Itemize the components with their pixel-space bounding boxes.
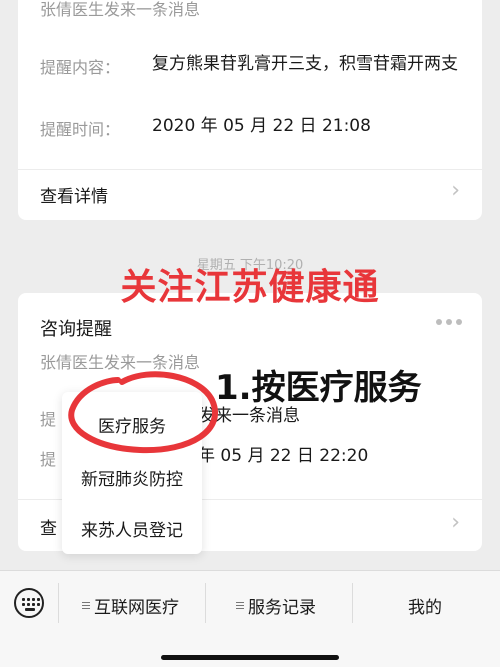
reminder-content-label: 提醒内容： bbox=[40, 58, 121, 77]
popup-item-medical-service[interactable]: 医疗服务 bbox=[62, 412, 202, 437]
menu-label: 服务记录 bbox=[248, 598, 316, 618]
keyboard-icon[interactable] bbox=[14, 588, 44, 618]
home-indicator bbox=[161, 655, 339, 660]
menu-separator bbox=[352, 583, 353, 623]
menu-lines-icon bbox=[82, 600, 90, 611]
chevron-right-icon: › bbox=[451, 510, 460, 535]
reminder-time-value: 2020 年 05 月 22 日 21:08 bbox=[152, 116, 371, 136]
menu-lines-icon bbox=[236, 600, 244, 611]
menu-label: 我的 bbox=[408, 598, 442, 618]
popup-item-covid-prevention[interactable]: 新冠肺炎防控 bbox=[62, 465, 202, 490]
reminder-time-value: 年 05 月 22 日 22:20 bbox=[198, 446, 369, 466]
reminder-content-value: 复方熊果苷乳膏开三支，积雪苷霜开两支 bbox=[152, 54, 458, 74]
card-title: 咨询提醒 bbox=[40, 319, 112, 340]
annotation-headline: 关注江苏健康通 bbox=[120, 267, 380, 308]
message-card-1: 张倩医生发来一条消息 提醒内容： 复方熊果苷乳膏开三支，积雪苷霜开两支 提醒时间… bbox=[18, 0, 482, 220]
card-subtitle: 张倩医生发来一条消息 bbox=[40, 0, 201, 19]
chevron-right-icon: › bbox=[451, 178, 460, 203]
menu-separator bbox=[58, 583, 59, 623]
menu-mine[interactable]: 我的 bbox=[408, 593, 442, 618]
card-divider bbox=[18, 169, 482, 170]
annotation-step: 1.按医疗服务 bbox=[215, 368, 422, 408]
reminder-time-label: 提醒时间： bbox=[40, 120, 121, 139]
reminder-time-label: 提 bbox=[40, 450, 57, 469]
menu-internet-medical[interactable]: 互联网医疗 bbox=[82, 593, 179, 618]
reminder-content-label: 提 bbox=[40, 410, 57, 429]
menu-separator bbox=[205, 583, 206, 623]
menu-label: 互联网医疗 bbox=[94, 598, 179, 618]
view-details-link[interactable]: 查 bbox=[40, 514, 57, 539]
bottom-menu-bar: 互联网医疗 服务记录 我的 bbox=[0, 570, 500, 667]
more-options-icon[interactable] bbox=[436, 319, 462, 325]
card-subtitle: 张倩医生发来一条消息 bbox=[40, 353, 201, 372]
view-details-link[interactable]: 查看详情 bbox=[40, 182, 108, 207]
service-popup-menu: 医疗服务 新冠肺炎防控 来苏人员登记 bbox=[62, 392, 202, 554]
popup-item-arrival-registration[interactable]: 来苏人员登记 bbox=[62, 516, 202, 541]
menu-service-records[interactable]: 服务记录 bbox=[236, 593, 316, 618]
